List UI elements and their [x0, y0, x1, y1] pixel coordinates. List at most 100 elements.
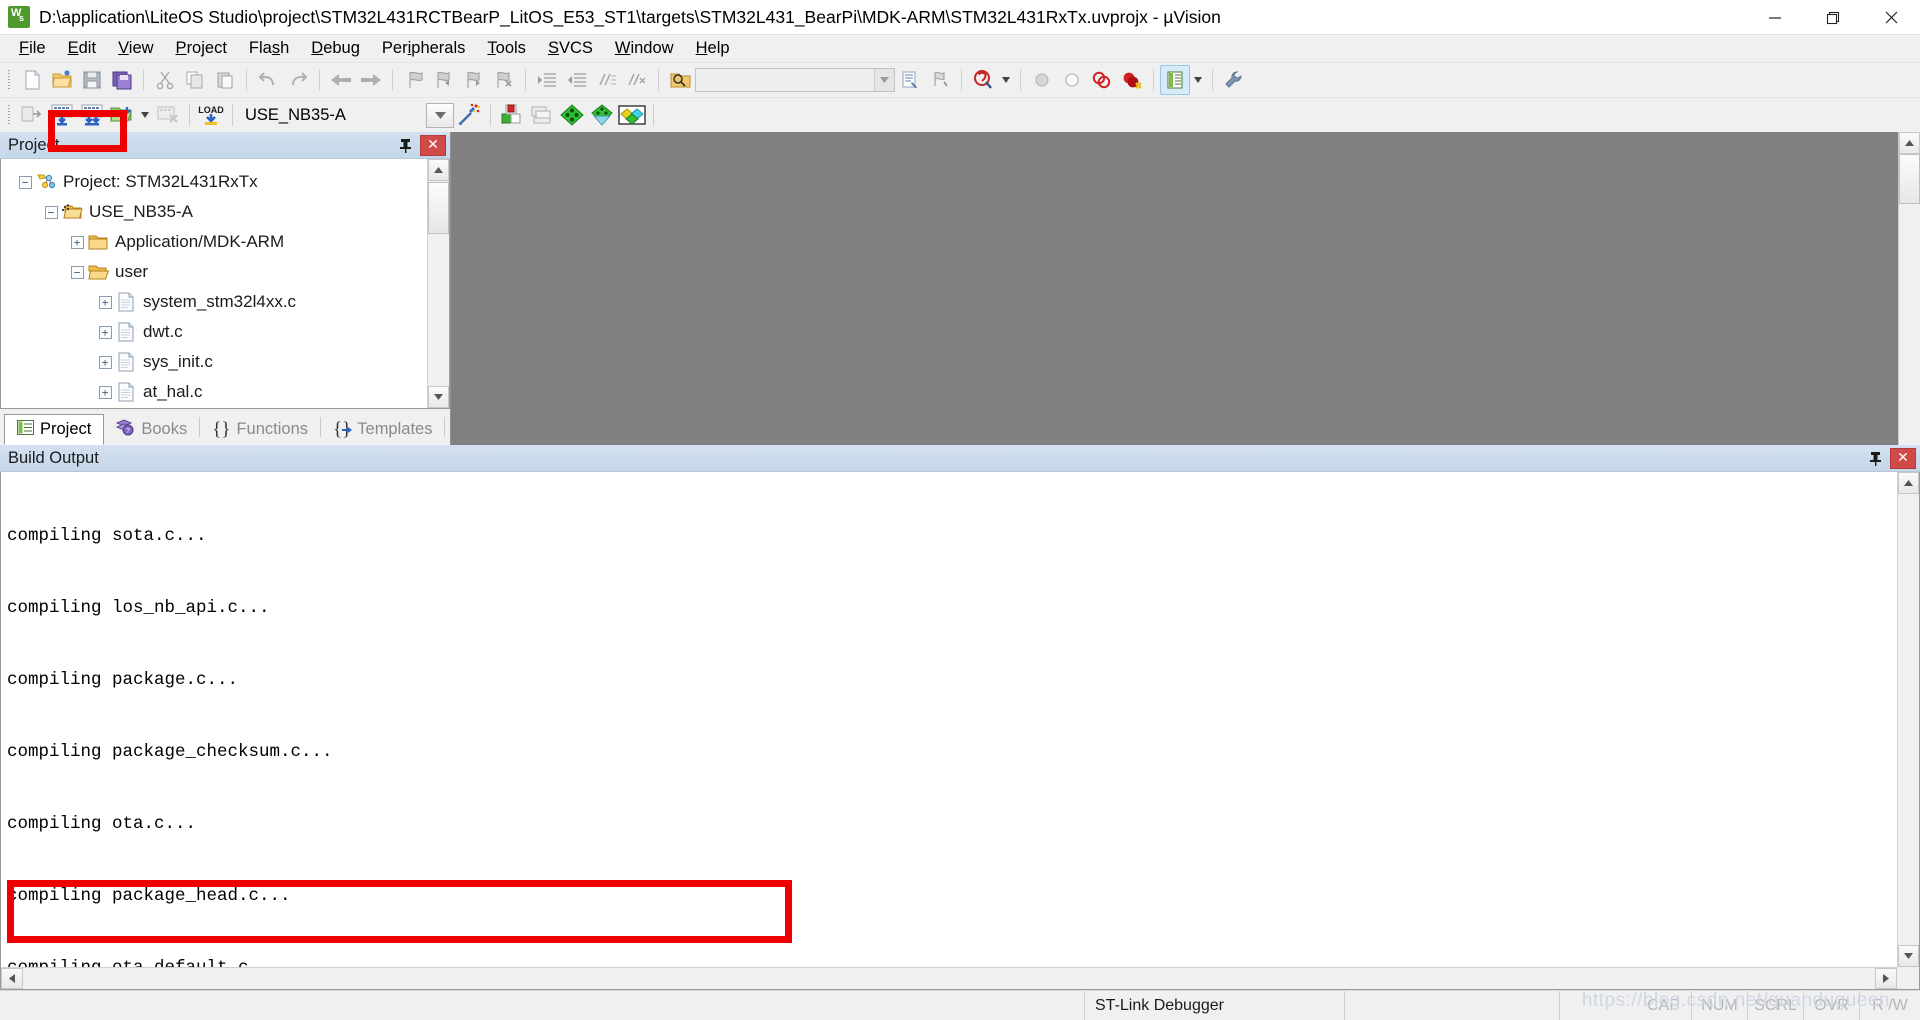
expander-expand-icon[interactable]: + — [95, 292, 115, 312]
tab-books[interactable]: ? Books — [104, 414, 199, 445]
uncomment-icon[interactable] — [622, 65, 652, 95]
pack-installer-icon[interactable] — [557, 100, 587, 130]
tree-item-project[interactable]: − Project: STM32L431RxTx — [1, 167, 449, 197]
find-input[interactable] — [696, 70, 872, 90]
batch-build-icon[interactable] — [107, 100, 137, 130]
target-options-icon[interactable] — [454, 100, 484, 130]
project-tree[interactable]: − Project: STM32L431RxTx − USE_NB35-A + … — [0, 159, 450, 409]
pin-icon[interactable] — [394, 135, 416, 155]
save-all-icon[interactable] — [107, 65, 137, 95]
insert-bookmark-icon[interactable] — [968, 65, 998, 95]
manage-project-items-icon[interactable] — [497, 100, 527, 130]
open-file-icon[interactable] — [47, 65, 77, 95]
menu-debug[interactable]: Debug — [300, 36, 371, 61]
undo-icon[interactable] — [253, 65, 283, 95]
menu-window[interactable]: Window — [604, 36, 685, 61]
indent-left-icon[interactable] — [562, 65, 592, 95]
navigate-forward-icon[interactable] — [356, 65, 386, 95]
build-toolbar-grip[interactable] — [5, 104, 14, 126]
tree-item-file[interactable]: + at_hal.c — [1, 377, 449, 407]
build-output-close-icon[interactable]: ✕ — [1890, 447, 1916, 469]
editor-scrollbar[interactable] — [1898, 132, 1920, 445]
bookmark-toggle-icon[interactable] — [399, 65, 429, 95]
menu-view[interactable]: View — [107, 36, 164, 61]
tree-item-file[interactable]: + system_stm32l4xx.c — [1, 287, 449, 317]
manage-windows-dropdown[interactable] — [1190, 65, 1206, 95]
menu-flash[interactable]: Flash — [238, 36, 300, 61]
comment-icon[interactable] — [592, 65, 622, 95]
translate-icon[interactable] — [17, 100, 47, 130]
pin-icon[interactable] — [1864, 448, 1886, 468]
insert-bookmark-dropdown[interactable] — [998, 65, 1014, 95]
indent-right-icon[interactable] — [532, 65, 562, 95]
tree-item-file[interactable]: + sys_init.c — [1, 347, 449, 377]
target-dropdown-arrow[interactable] — [426, 102, 454, 128]
manage-windows-icon[interactable] — [1160, 65, 1190, 95]
tab-functions[interactable]: {} Functions — [200, 414, 320, 445]
bookmark-clear-icon[interactable] — [489, 65, 519, 95]
bookmark-prev-icon[interactable] — [429, 65, 459, 95]
copy-icon[interactable] — [180, 65, 210, 95]
expander-collapse-icon[interactable]: − — [15, 172, 35, 192]
new-file-icon[interactable] — [17, 65, 47, 95]
tree-item-user[interactable]: − user — [1, 257, 449, 287]
bookmark-next-icon[interactable] — [459, 65, 489, 95]
expander-expand-icon[interactable]: + — [67, 232, 87, 252]
menu-edit[interactable]: Edit — [57, 36, 107, 61]
tree-item-file[interactable]: + dwt.c — [1, 317, 449, 347]
editor-scroll-up-icon[interactable] — [1899, 132, 1920, 154]
redo-icon[interactable] — [283, 65, 313, 95]
expander-expand-icon[interactable]: + — [95, 322, 115, 342]
close-button[interactable] — [1862, 0, 1920, 35]
menu-project[interactable]: Project — [165, 36, 238, 61]
paste-icon[interactable] — [210, 65, 240, 95]
breakpoint-disable-icon[interactable] — [1027, 65, 1057, 95]
browse-icon[interactable] — [895, 65, 925, 95]
build-output-hscrollbar[interactable] — [1, 967, 1897, 989]
scroll-track[interactable] — [1898, 494, 1919, 945]
project-panel-close-icon[interactable]: ✕ — [420, 134, 446, 156]
find-dropdown-arrow[interactable] — [874, 69, 894, 91]
cut-icon[interactable] — [150, 65, 180, 95]
tree-item-target[interactable]: − USE_NB35-A — [1, 197, 449, 227]
rebuild-all-icon[interactable] — [77, 100, 107, 130]
build-target-icon[interactable] — [47, 100, 77, 130]
scroll-up-icon[interactable] — [1898, 472, 1919, 494]
scroll-left-icon[interactable] — [1, 968, 23, 989]
target-combo[interactable]: USE_NB35-A — [239, 102, 454, 128]
build-output-vscrollbar[interactable] — [1897, 472, 1919, 967]
editor-area[interactable] — [450, 132, 1920, 445]
menu-file[interactable]: File — [8, 36, 57, 61]
expander-collapse-icon[interactable]: − — [41, 202, 61, 222]
menu-help[interactable]: Help — [685, 36, 741, 61]
scroll-track[interactable] — [428, 234, 449, 386]
breakpoint-toggle-icon[interactable] — [1087, 65, 1117, 95]
tab-project[interactable]: Project — [4, 414, 105, 445]
find-combo[interactable] — [695, 68, 895, 92]
navigate-back-icon[interactable] — [326, 65, 356, 95]
expander-expand-icon[interactable]: + — [95, 352, 115, 372]
scroll-right-icon[interactable] — [1875, 968, 1897, 989]
project-tree-scrollbar[interactable] — [427, 159, 449, 408]
editor-scroll-thumb[interactable] — [1899, 154, 1920, 204]
scroll-down-icon[interactable] — [428, 386, 449, 408]
maximize-button[interactable] — [1804, 0, 1862, 35]
scroll-down-icon[interactable] — [1898, 945, 1919, 967]
manage-run-time-icon[interactable] — [587, 100, 617, 130]
scroll-thumb[interactable] — [428, 182, 449, 234]
tab-templates[interactable]: {} Templates — [321, 414, 444, 445]
scroll-up-icon[interactable] — [428, 159, 449, 181]
stop-build-icon[interactable] — [153, 100, 183, 130]
expander-collapse-icon[interactable]: − — [67, 262, 87, 282]
menu-tools[interactable]: Tools — [476, 36, 537, 61]
expander-expand-icon[interactable]: + — [95, 382, 115, 402]
menu-svcs[interactable]: SVCS — [537, 36, 604, 61]
multi-project-icon[interactable] — [527, 100, 557, 130]
batch-build-dropdown[interactable] — [137, 100, 153, 130]
toolbar-grip[interactable] — [5, 69, 14, 91]
scroll-track[interactable] — [23, 968, 1875, 989]
menu-peripherals[interactable]: Peripherals — [371, 36, 476, 61]
configure-icon[interactable] — [1219, 65, 1249, 95]
save-icon[interactable] — [77, 65, 107, 95]
tree-item-application-mdk-arm[interactable]: + Application/MDK-ARM — [1, 227, 449, 257]
